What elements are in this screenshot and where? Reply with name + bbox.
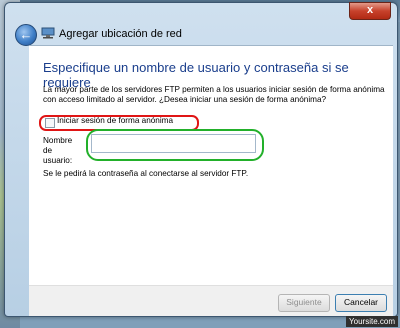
network-location-icon [41, 27, 55, 39]
close-button[interactable]: x [349, 2, 391, 20]
username-label: Nombre de usuario: [43, 136, 73, 165]
watermark: Yoursite.com [346, 316, 398, 327]
next-button[interactable]: Siguiente [278, 294, 330, 312]
add-network-location-window: x ← Agregar ubicación de red Especifique… [4, 2, 398, 317]
wizard-titlebar: ← Agregar ubicación de red [11, 23, 391, 46]
cancel-button[interactable]: Cancelar [335, 294, 387, 312]
back-arrow-icon[interactable]: ← [15, 24, 37, 46]
password-note: Se le pedirá la contraseña al conectarse… [43, 169, 249, 178]
wizard-footer: Siguiente Cancelar [29, 285, 393, 316]
username-input[interactable] [91, 134, 256, 153]
wizard-content: Especifique un nombre de usuario y contr… [29, 45, 393, 286]
close-icon: x [366, 4, 374, 16]
anonymous-login-checkbox[interactable] [45, 118, 55, 128]
anonymous-login-label: Iniciar sesión de forma anónima [57, 116, 174, 125]
username-field-highlight [86, 129, 264, 161]
description-text: La mayor parte de los servidores FTP per… [43, 85, 385, 104]
window-title: Agregar ubicación de red [59, 28, 182, 40]
